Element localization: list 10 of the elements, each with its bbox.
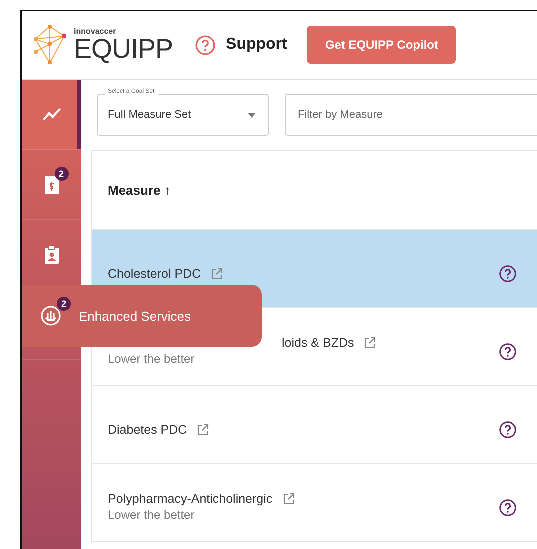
count-badge: 2: [57, 297, 71, 311]
measure-note: Lower the better: [108, 353, 196, 367]
measure-name: loids & BZDs: [282, 336, 354, 350]
measure-name: Cholesterol PDC: [108, 266, 202, 280]
measure-note: Lower the better: [108, 509, 196, 523]
count-badge: 2: [54, 166, 68, 180]
brand-subtitle: innovaccer: [74, 28, 118, 36]
measure-name: Diabetes PDC: [108, 422, 188, 436]
measure-name: Polypharmacy-Anticholinergic: [108, 492, 273, 506]
brand-name: EQUIPP: [74, 36, 174, 62]
